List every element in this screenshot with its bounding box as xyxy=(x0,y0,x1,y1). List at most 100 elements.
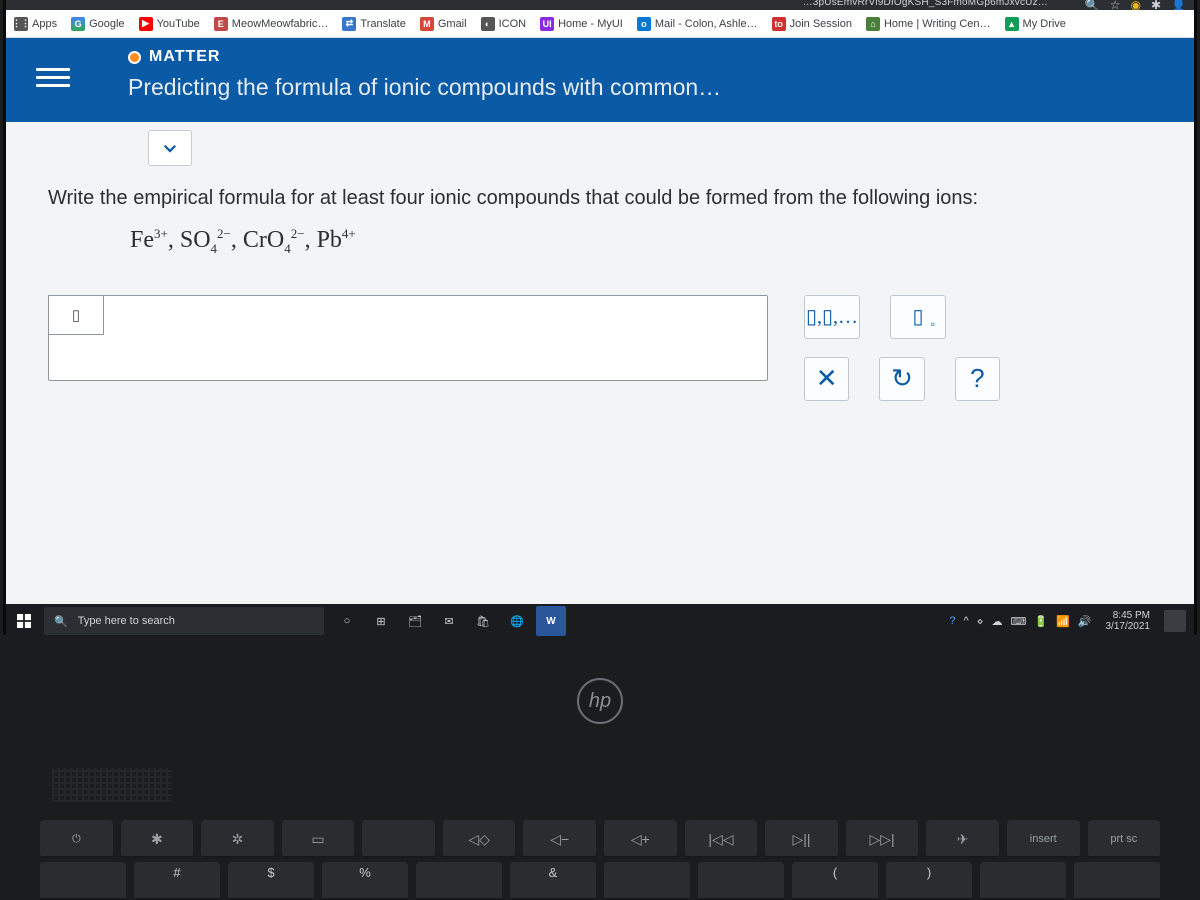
clock-date: 3/17/2021 xyxy=(1106,621,1151,632)
expand-button[interactable] xyxy=(148,130,192,166)
key-f5[interactable] xyxy=(362,820,435,858)
category-row: MATTER xyxy=(128,48,220,66)
bookmark-label: Home - MyUI xyxy=(558,18,623,30)
key-f2[interactable]: ✱ xyxy=(121,820,194,858)
apps-icon: ⋮⋮ xyxy=(14,17,28,31)
taskview-icon[interactable]: ⊞ xyxy=(366,606,396,636)
bookmark-icon[interactable]: ◐ICON xyxy=(481,17,527,31)
key-num[interactable] xyxy=(40,862,126,900)
key-f6[interactable]: ◁◇ xyxy=(443,820,516,858)
key-num[interactable] xyxy=(698,862,784,900)
answer-row: ▯ ▯,▯,… ▯ ▫ ✕ ↻ ? xyxy=(48,295,1178,419)
menu-button[interactable] xyxy=(36,60,70,94)
key-num[interactable]: % xyxy=(322,862,408,900)
key-num[interactable]: & xyxy=(510,862,596,900)
undo-button[interactable]: ↻ xyxy=(879,357,924,401)
search-placeholder: Type here to search xyxy=(78,615,175,627)
question-prompt: Write the empirical formula for at least… xyxy=(48,184,1178,212)
key-num[interactable] xyxy=(980,862,1066,900)
answer-cursor-box[interactable]: ▯ xyxy=(48,295,104,335)
key-f4[interactable]: ▭ xyxy=(282,820,355,858)
subscript-button[interactable]: ▯ ▫ xyxy=(890,295,946,339)
key-f7[interactable]: ◁− xyxy=(523,820,596,858)
hp-logo-icon: hp xyxy=(577,678,623,724)
bookmarks-bar: ⋮⋮ Apps GGoogle ▶YouTube EMeowMeowfabric… xyxy=(6,10,1194,38)
store-icon[interactable]: 🛍 xyxy=(468,606,498,636)
drive-icon: ▲ xyxy=(1005,17,1019,31)
bookmark-translate[interactable]: ⇄ Translate xyxy=(342,17,405,31)
apps-button[interactable]: ⋮⋮ Apps xyxy=(14,17,57,31)
tray-onedrive-icon[interactable]: ☁ xyxy=(992,615,1003,628)
word-icon[interactable]: W xyxy=(536,606,566,636)
bookmark-mydrive[interactable]: ▲ My Drive xyxy=(1005,17,1066,31)
taskbar-clock[interactable]: 8:45 PM 3/17/2021 xyxy=(1106,610,1151,632)
translate-icon: ⇄ xyxy=(342,17,356,31)
tray-chevron-icon[interactable]: ^ xyxy=(963,615,968,627)
key-f9[interactable]: |◁◁ xyxy=(685,820,758,858)
answer-input[interactable]: ▯ xyxy=(48,295,768,381)
bookmark-label: Translate xyxy=(360,18,405,30)
key-f10[interactable]: ▷|| xyxy=(765,820,838,858)
edge-icon[interactable]: 🌐 xyxy=(502,606,532,636)
key-num[interactable]: $ xyxy=(228,862,314,900)
bookmark-myui[interactable]: UI Home - MyUI xyxy=(540,17,623,31)
mail-icon[interactable]: ✉ xyxy=(434,606,464,636)
tray-help-icon[interactable]: ? xyxy=(949,615,955,627)
clock-time: 8:45 PM xyxy=(1106,610,1151,621)
action-center-icon[interactable] xyxy=(1164,610,1186,632)
format-list-button[interactable]: ▯,▯,… xyxy=(804,295,860,339)
key-num[interactable]: ( xyxy=(792,862,878,900)
tray-wifi-icon[interactable]: 📶 xyxy=(1056,615,1070,628)
key-f11[interactable]: ▷▷| xyxy=(846,820,919,858)
clear-button[interactable]: ✕ xyxy=(804,357,849,401)
laptop-frame: …3pUsEmvRrVl9DIOgKSH_S3FmoMGp6mJxvcUz… 🔍… xyxy=(0,0,1200,900)
key-f8[interactable]: ◁+ xyxy=(604,820,677,858)
start-button[interactable] xyxy=(6,604,42,638)
bookmark-meowmeow[interactable]: EMeowMeowfabric… xyxy=(214,17,329,31)
key-insert[interactable]: insert xyxy=(1007,820,1080,858)
category-dot-icon xyxy=(128,51,141,64)
tray-keyboard-icon[interactable]: ⌨ xyxy=(1011,615,1027,628)
key-num[interactable]: # xyxy=(134,862,220,900)
outlook-icon: o xyxy=(637,17,651,31)
bookmark-label: Mail - Colon, Ashle… xyxy=(655,18,758,30)
tray-bluetooth-icon[interactable]: ⋄ xyxy=(977,615,984,628)
tray-volume-icon[interactable]: 🔊 xyxy=(1078,615,1092,628)
myui-icon: UI xyxy=(540,17,554,31)
key-power[interactable]: ⏻ xyxy=(40,820,113,858)
bookmark-mail[interactable]: o Mail - Colon, Ashle… xyxy=(637,17,758,31)
system-tray: ? ^ ⋄ ☁ ⌨ 🔋 📶 🔊 8:45 PM 3/17/2021 xyxy=(949,610,1194,632)
bookmark-youtube[interactable]: ▶YouTube xyxy=(139,17,200,31)
bookmark-google[interactable]: GGoogle xyxy=(71,17,124,31)
bookmark-label: Google xyxy=(89,18,124,30)
bookmark-label: Home | Writing Cen… xyxy=(884,18,991,30)
taskbar-search[interactable]: 🔍 Type here to search xyxy=(44,607,324,635)
windows-taskbar: 🔍 Type here to search ○ ⊞ 🗂 ✉ 🛍 🌐 W ? ^ … xyxy=(6,604,1194,638)
bookmark-label: Gmail xyxy=(438,18,467,30)
lesson-title: Predicting the formula of ionic compound… xyxy=(128,74,721,101)
key-num[interactable] xyxy=(604,862,690,900)
explorer-icon[interactable]: 🗂 xyxy=(400,606,430,636)
bookmark-gmail[interactable]: M Gmail xyxy=(420,17,467,31)
key-prtsc[interactable]: prt sc xyxy=(1088,820,1161,858)
key-num[interactable] xyxy=(416,862,502,900)
cortana-icon[interactable]: ○ xyxy=(332,606,362,636)
key-f12[interactable]: ✈ xyxy=(926,820,999,858)
icon-icon: ◐ xyxy=(481,17,495,31)
bookmark-label: My Drive xyxy=(1023,18,1066,30)
bookmark-joinsession[interactable]: to Join Session xyxy=(772,17,852,31)
gmail-icon: M xyxy=(420,17,434,31)
bookmark-writingcenter[interactable]: ⌂Home | Writing Cen… xyxy=(866,17,991,31)
browser-omnibar: …3pUsEmvRrVl9DIOgKSH_S3FmoMGp6mJxvcUz… 🔍… xyxy=(6,0,1194,10)
key-num[interactable]: ) xyxy=(886,862,972,900)
session-icon: to xyxy=(772,17,786,31)
keyboard-fn-row: ⏻ ✱ ✲ ▭ ◁◇ ◁− ◁+ |◁◁ ▷|| ▷▷| ✈ insert pr… xyxy=(40,820,1160,858)
key-num[interactable] xyxy=(1074,862,1160,900)
help-button[interactable]: ? xyxy=(955,357,1000,401)
bookmark-label: Join Session xyxy=(790,18,852,30)
tray-battery-icon[interactable]: 🔋 xyxy=(1034,615,1048,628)
screen: …3pUsEmvRrVl9DIOgKSH_S3FmoMGp6mJxvcUz… 🔍… xyxy=(6,0,1194,632)
youtube-icon: ▶ xyxy=(139,17,153,31)
chevron-down-icon xyxy=(161,139,179,157)
key-f3[interactable]: ✲ xyxy=(201,820,274,858)
